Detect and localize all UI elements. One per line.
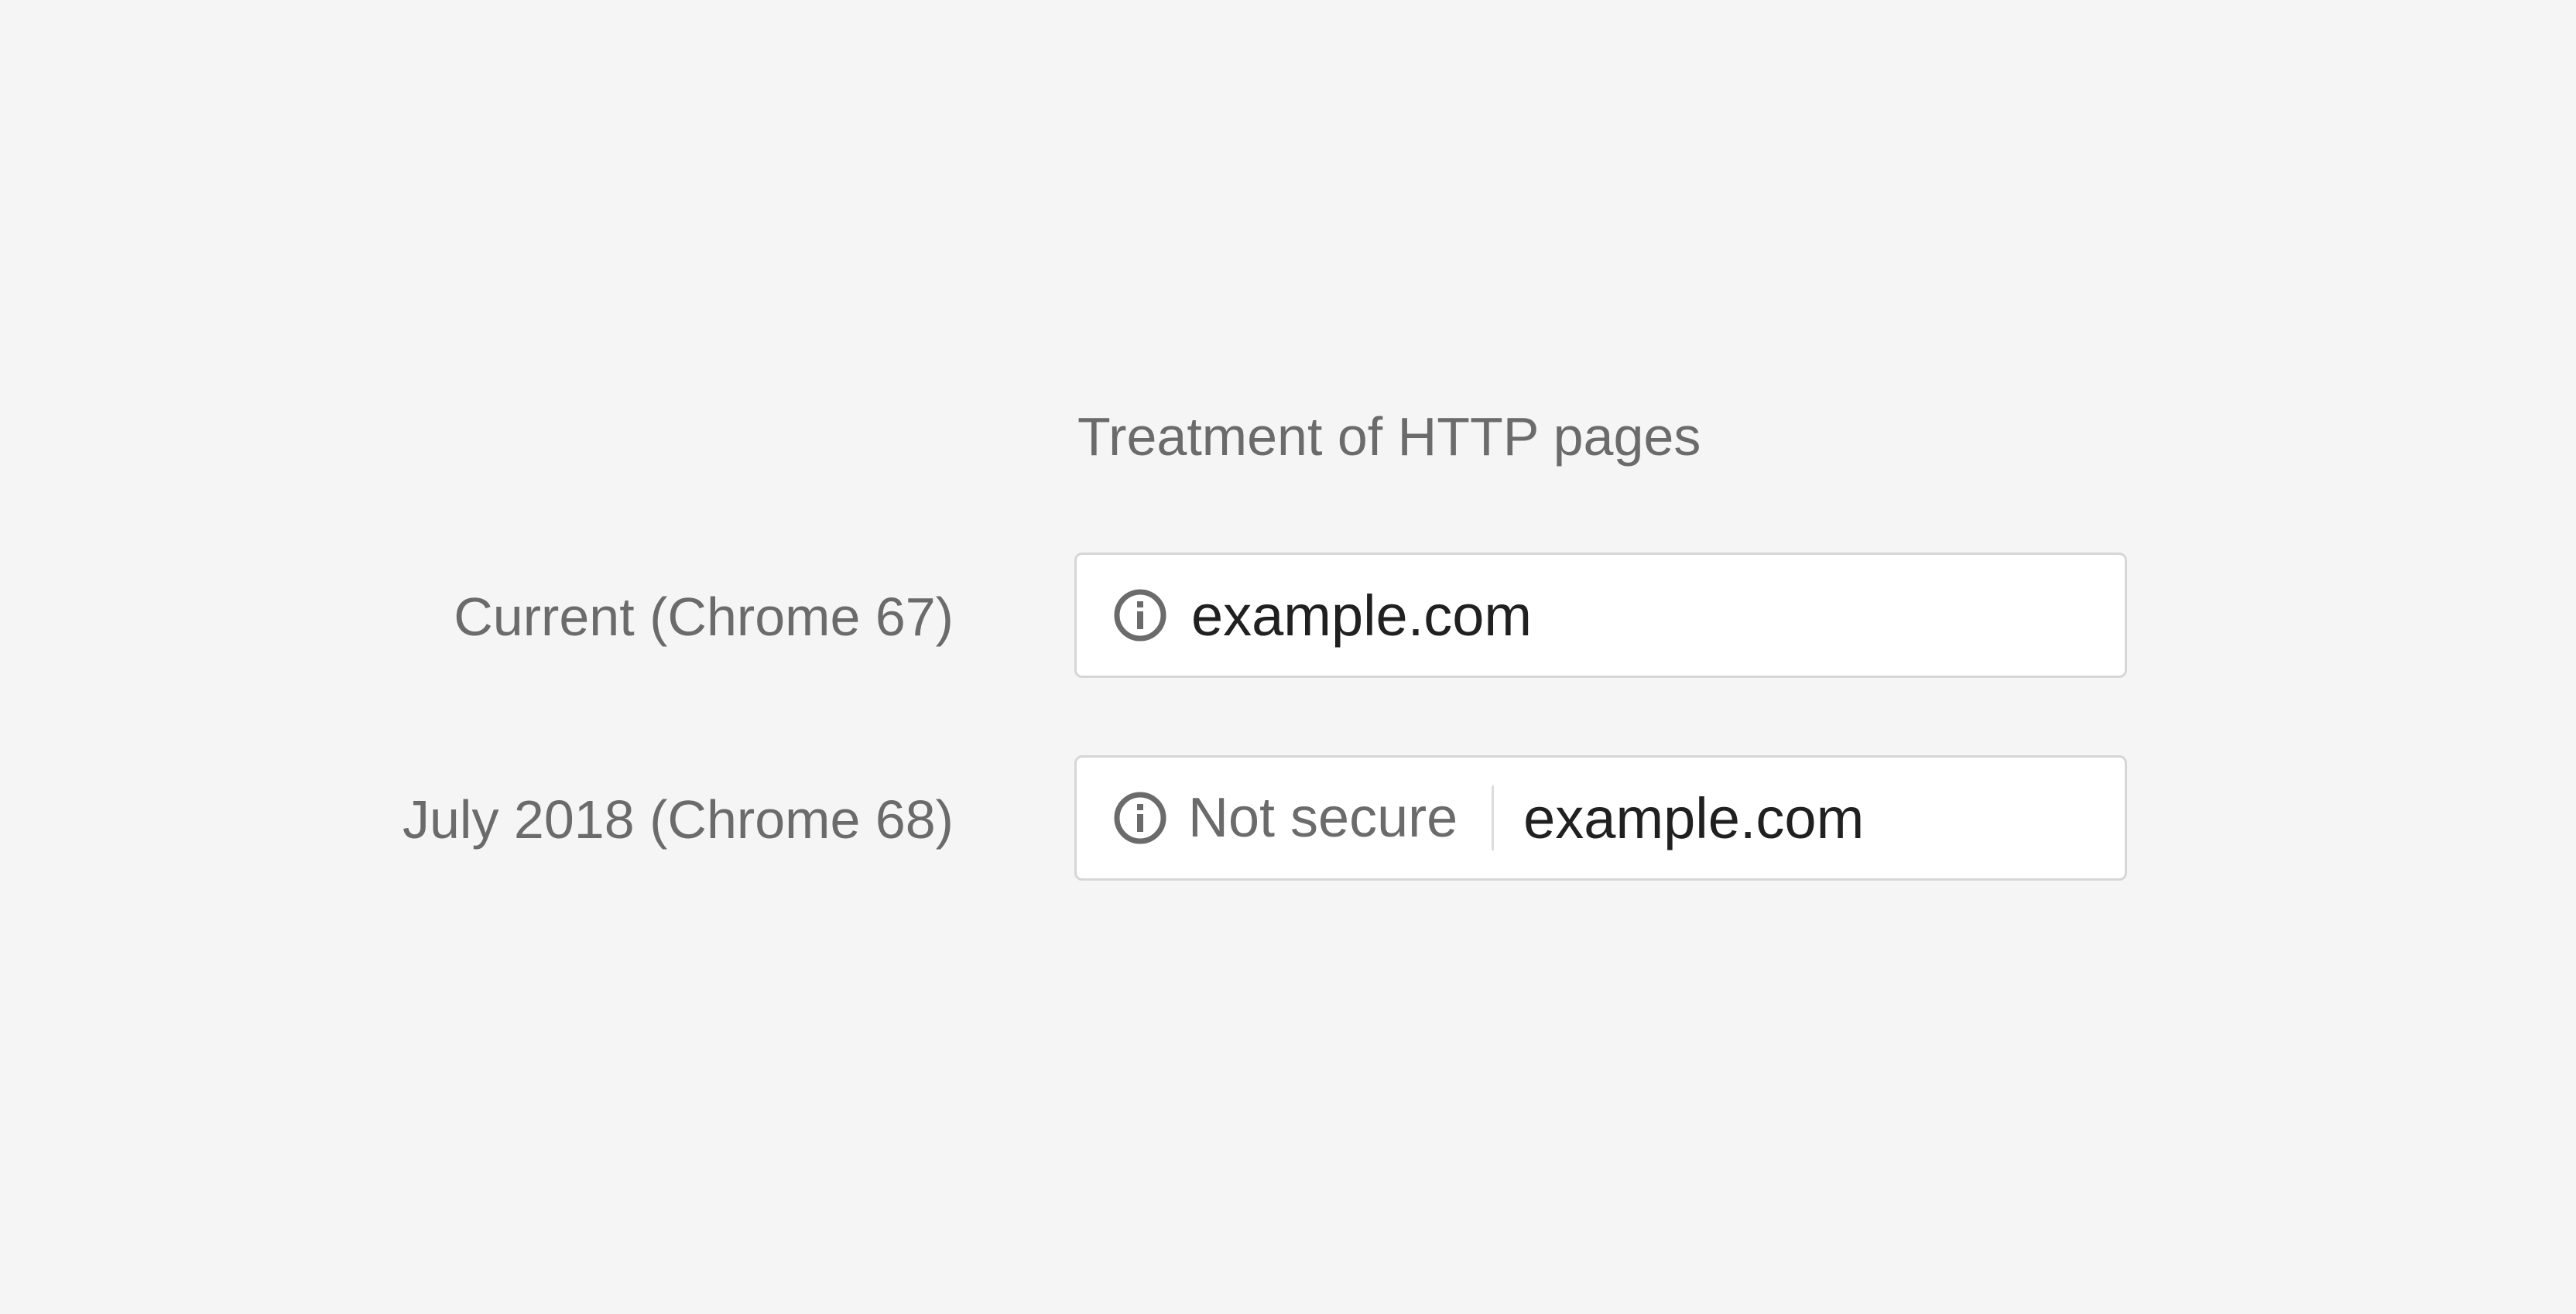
row-label-current: Current (Chrome 67) — [454, 587, 954, 647]
not-secure-chip: Not secure — [1188, 787, 1458, 849]
figure-heading: Treatment of HTTP pages — [1077, 406, 1701, 467]
omnibox-july-2018: Not secure example.com — [1074, 755, 2127, 881]
row-label-july-2018: July 2018 (Chrome 68) — [402, 789, 954, 850]
url-text: example.com — [1523, 785, 1865, 850]
info-icon — [1112, 790, 1168, 846]
omnibox-current: example.com — [1074, 553, 2127, 678]
url-text: example.com — [1191, 583, 1533, 648]
info-icon — [1112, 587, 1168, 643]
chip-divider — [1492, 785, 1495, 850]
